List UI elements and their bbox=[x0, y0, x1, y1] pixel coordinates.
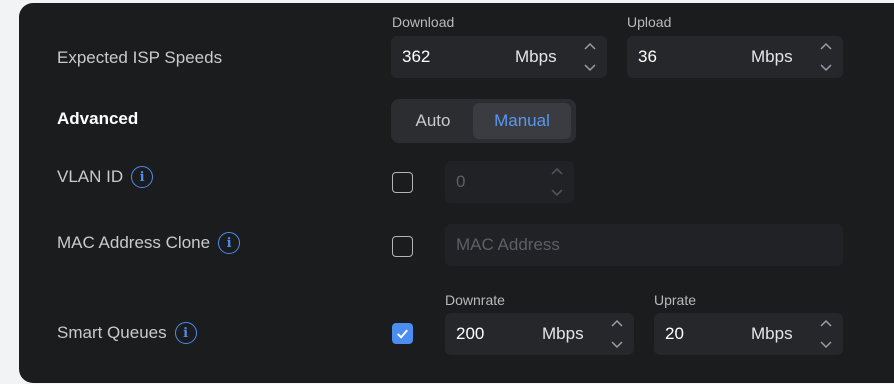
advanced-option-manual[interactable]: Manual bbox=[473, 103, 571, 139]
upload-unit: Mbps bbox=[751, 47, 793, 66]
info-icon[interactable]: i bbox=[174, 322, 197, 344]
check-icon bbox=[397, 329, 408, 339]
chevron-up-icon[interactable] bbox=[610, 317, 624, 329]
mac-clone-label: MAC Address Clone i bbox=[57, 232, 241, 254]
vlan-id-input[interactable]: 0 bbox=[445, 161, 574, 203]
vlan-label: VLAN ID i bbox=[57, 166, 154, 188]
settings-panel: Expected ISP Speeds Download 362 Mbps Up… bbox=[19, 3, 894, 383]
uprate-caption: Uprate bbox=[654, 292, 697, 308]
chevron-up-icon[interactable] bbox=[550, 165, 564, 177]
downrate-input[interactable]: 200 Mbps bbox=[445, 313, 634, 355]
chevron-down-icon[interactable] bbox=[819, 339, 833, 351]
advanced-label: Advanced bbox=[57, 109, 139, 128]
chevron-down-icon[interactable] bbox=[550, 187, 564, 199]
downrate-stepper[interactable] bbox=[610, 317, 624, 351]
mac-address-input[interactable]: MAC Address bbox=[445, 224, 843, 266]
info-icon[interactable]: i bbox=[131, 166, 154, 188]
chevron-down-icon[interactable] bbox=[610, 339, 624, 351]
download-unit: Mbps bbox=[515, 47, 557, 66]
uprate-value: 20 bbox=[665, 324, 684, 343]
vlan-stepper[interactable] bbox=[550, 165, 564, 199]
downrate-caption: Downrate bbox=[445, 292, 505, 308]
upload-value: 36 bbox=[638, 47, 657, 66]
advanced-mode-toggle: Auto Manual bbox=[391, 99, 576, 143]
vlan-id-value: 0 bbox=[456, 172, 466, 191]
uprate-stepper[interactable] bbox=[819, 317, 833, 351]
upload-stepper[interactable] bbox=[819, 40, 833, 74]
download-stepper[interactable] bbox=[583, 40, 597, 74]
downrate-unit: Mbps bbox=[542, 324, 584, 343]
chevron-up-icon[interactable] bbox=[583, 40, 597, 52]
chevron-down-icon[interactable] bbox=[819, 62, 833, 74]
uprate-input[interactable]: 20 Mbps bbox=[654, 313, 843, 355]
chevron-up-icon[interactable] bbox=[819, 40, 833, 52]
isp-speeds-label: Expected ISP Speeds bbox=[57, 48, 223, 67]
smart-queues-label: Smart Queues i bbox=[57, 322, 197, 344]
mac-address-placeholder: MAC Address bbox=[456, 235, 560, 254]
download-input[interactable]: 362 Mbps bbox=[391, 36, 607, 78]
mac-clone-checkbox[interactable] bbox=[392, 236, 413, 257]
download-caption: Download bbox=[392, 14, 455, 30]
chevron-up-icon[interactable] bbox=[819, 317, 833, 329]
chevron-down-icon[interactable] bbox=[583, 62, 597, 74]
uprate-unit: Mbps bbox=[751, 324, 793, 343]
download-value: 362 bbox=[402, 47, 431, 66]
advanced-option-auto[interactable]: Auto bbox=[395, 103, 471, 139]
downrate-value: 200 bbox=[456, 324, 485, 343]
smart-queues-checkbox[interactable] bbox=[392, 323, 413, 344]
info-icon[interactable]: i bbox=[218, 232, 241, 254]
upload-input[interactable]: 36 Mbps bbox=[627, 36, 843, 78]
vlan-checkbox[interactable] bbox=[392, 172, 413, 193]
upload-caption: Upload bbox=[627, 14, 672, 30]
